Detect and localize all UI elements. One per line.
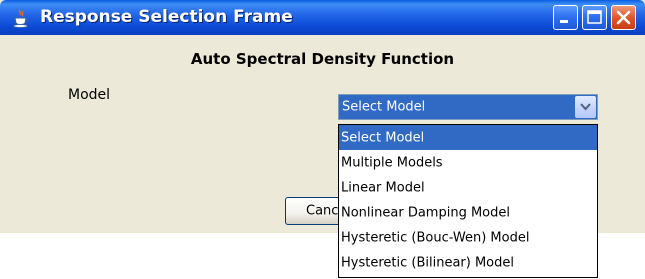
maximize-icon: [587, 10, 602, 24]
java-cup-icon: [13, 9, 29, 28]
close-icon: [616, 10, 631, 25]
maximize-button[interactable]: [582, 5, 607, 30]
function-heading: Auto Spectral Density Function: [190, 50, 455, 68]
window-title: Response Selection Frame: [40, 7, 293, 27]
close-button[interactable]: [611, 5, 636, 30]
dropdown-option[interactable]: Linear Model: [339, 175, 597, 200]
minimize-icon: [560, 20, 568, 23]
dropdown-option[interactable]: Multiple Models: [339, 150, 597, 175]
dropdown-arrow-button[interactable]: [575, 96, 596, 118]
model-label: Model: [68, 87, 111, 103]
dropdown-option[interactable]: Nonlinear Damping Model: [339, 200, 597, 225]
title-bar[interactable]: Response Selection Frame: [0, 0, 645, 35]
chevron-down-icon: [580, 103, 591, 111]
minimize-button[interactable]: [553, 5, 578, 30]
model-select[interactable]: Select Model: [338, 94, 598, 120]
dropdown-option[interactable]: Select Model: [339, 125, 597, 150]
dropdown-option[interactable]: Hysteretic (Bouc-Wen) Model: [339, 225, 597, 250]
model-dropdown-list: Select Model Multiple Models Linear Mode…: [338, 124, 598, 278]
model-select-value: Select Model: [342, 99, 426, 115]
dropdown-option[interactable]: Hysteretic (Bilinear) Model: [339, 250, 597, 275]
